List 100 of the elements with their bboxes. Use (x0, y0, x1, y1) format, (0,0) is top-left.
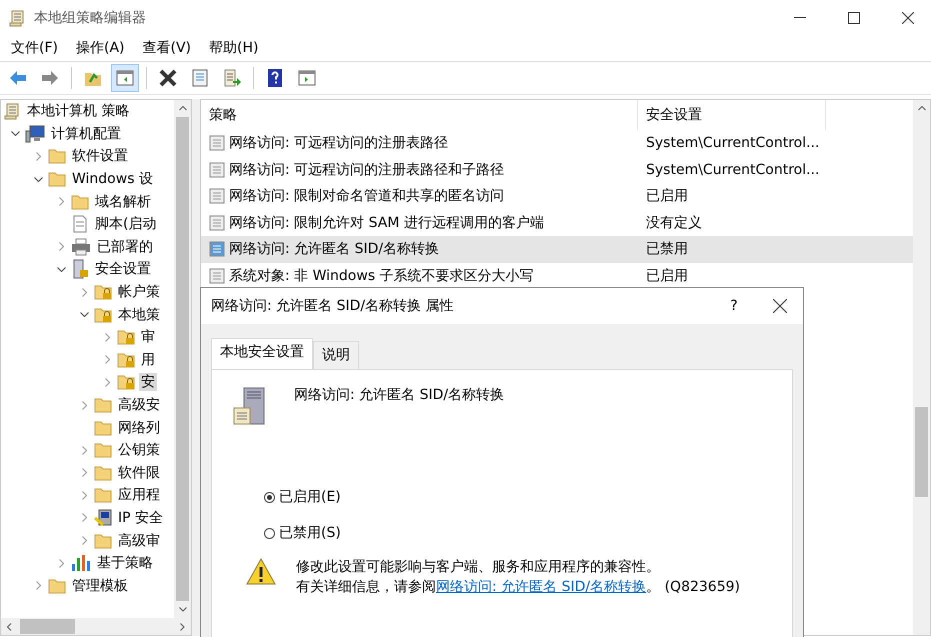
computer-icon (25, 124, 45, 143)
radio-button[interactable] (264, 492, 275, 502)
scroll-thumb[interactable] (20, 619, 75, 634)
console-tree-icon (115, 68, 135, 88)
document-icon (71, 215, 89, 234)
tree-item[interactable]: Windows 设 (70, 170, 155, 188)
tree-item[interactable]: IP 安全 (116, 508, 166, 527)
tree-item[interactable]: 帐户策 (116, 283, 162, 302)
window-title: 本地组策略编辑器 (34, 8, 147, 26)
menu-item[interactable]: 操作(A) (68, 37, 132, 59)
expand-chevron-icon[interactable] (36, 581, 40, 590)
table-row[interactable]: 网络访问: 可远程访问的注册表路径 System\CurrentControl... (201, 130, 913, 156)
tree-item[interactable]: 本地计算机 策略 (25, 102, 132, 120)
printer-icon (71, 238, 91, 256)
scroll-up-icon (918, 106, 926, 111)
menu-item[interactable]: 文件(F) (4, 37, 65, 59)
expand-chevron-icon[interactable] (58, 558, 64, 568)
setting-value: 没有定义 (645, 214, 703, 232)
column-header[interactable]: 策略 (201, 100, 638, 130)
tree-item[interactable]: 安 (139, 373, 157, 392)
table-row[interactable]: 网络访问: 限制允许对 SAM 进行远程调用的客户端 没有定义 (201, 210, 913, 236)
tree-item[interactable]: 网络列 (116, 418, 162, 437)
tree-item[interactable]: 用 (139, 350, 157, 369)
tree-item[interactable]: 管理模板 (70, 576, 130, 595)
tree-item[interactable]: 审 (139, 328, 157, 346)
expand-chevron-icon[interactable] (82, 288, 86, 297)
close-icon (902, 12, 914, 24)
tree-item[interactable]: 已部署的 (95, 238, 155, 256)
tree-item[interactable]: 公钥策 (116, 441, 162, 460)
tree-item[interactable]: 本地策 (116, 306, 162, 324)
info-text: 有关详细信息，请参阅网络访问: 允许匿名 SID/名称转换。 (Q823659) (296, 578, 740, 596)
policy-icon (209, 188, 225, 204)
help-icon (265, 68, 285, 88)
menu-item[interactable]: 帮助(H) (202, 37, 266, 59)
expand-chevron-icon[interactable] (104, 378, 110, 387)
radio-label[interactable]: 已禁用(S) (279, 524, 341, 542)
tree-item[interactable]: 软件限 (116, 464, 162, 482)
collapse-chevron-icon[interactable] (10, 131, 20, 136)
expand-chevron-icon[interactable] (36, 152, 40, 161)
export-list-icon (222, 68, 242, 88)
policy-icon (209, 162, 225, 178)
collapse-chevron-icon[interactable] (56, 266, 66, 272)
minimize-icon (794, 16, 806, 18)
tree-item[interactable]: 软件设置 (70, 147, 130, 166)
tree-item[interactable]: 高级审 (116, 532, 162, 550)
expand-chevron-icon[interactable] (104, 332, 110, 342)
dialog-title: 网络访问: 允许匿名 SID/名称转换 属性 (211, 297, 455, 315)
warning-icon (246, 558, 276, 585)
expand-chevron-icon[interactable] (82, 536, 86, 546)
expand-chevron-icon[interactable] (82, 446, 86, 455)
table-row[interactable]: 系统对象: 非 Windows 子系统不要求区分大小写 已启用 (201, 262, 913, 289)
scroll-icon (3, 102, 21, 120)
collapse-chevron-icon[interactable] (80, 312, 88, 318)
policy-link[interactable]: 网络访问: 允许匿名 SID/名称转换 (436, 579, 646, 595)
properties-icon (190, 68, 210, 88)
folder-icon (94, 487, 112, 504)
help-button[interactable]: ? (711, 290, 757, 322)
folder-icon (48, 578, 66, 594)
table-row[interactable]: 网络访问: 限制对命名管道和共享的匿名访问 已启用 (201, 183, 913, 210)
expand-chevron-icon[interactable] (58, 242, 64, 252)
tree-item[interactable]: 安全设置 (93, 260, 153, 278)
tree-item[interactable]: 域名解析 (93, 192, 153, 211)
scroll-thumb[interactable] (176, 117, 189, 601)
tree-item[interactable]: 高级安 (116, 396, 162, 414)
tree-item[interactable]: 计算机配置 (49, 124, 123, 143)
vertical-scrollbar[interactable] (913, 100, 930, 635)
delete-icon (158, 68, 178, 88)
expand-chevron-icon[interactable] (58, 197, 64, 206)
expand-chevron-icon[interactable] (82, 400, 86, 410)
policy-name: 系统对象: 非 Windows 子系统不要求区分大小写 (229, 266, 534, 285)
toolbar-button[interactable] (111, 64, 139, 92)
menu-item[interactable]: 查看(V) (136, 37, 198, 59)
expand-chevron-icon[interactable] (82, 513, 86, 522)
radio-button[interactable] (264, 528, 275, 538)
radio-label[interactable]: 已启用(E) (279, 488, 341, 506)
policy-name: 网络访问: 限制允许对 SAM 进行远程调用的客户端 (229, 214, 544, 232)
setting-value: 已启用 (645, 187, 689, 206)
tab[interactable]: 说明 (313, 341, 359, 369)
setting-value: 已启用 (645, 266, 689, 285)
scroll-up-icon (178, 106, 186, 111)
expand-chevron-icon[interactable] (104, 355, 110, 364)
tree-item[interactable]: 脚本(启动 (93, 215, 158, 234)
close-icon (773, 299, 787, 313)
table-row[interactable]: 网络访问: 允许匿名 SID/名称转换 已禁用 (201, 236, 913, 262)
tab[interactable]: 本地安全设置 (211, 338, 313, 369)
column-header[interactable]: 安全设置 (638, 100, 826, 130)
scroll-thumb[interactable] (915, 407, 928, 497)
locked-folder-icon (117, 374, 135, 390)
maximize-icon (848, 12, 860, 24)
expand-chevron-icon[interactable] (82, 490, 86, 500)
table-row[interactable]: 网络访问: 可远程访问的注册表路径和子路径 System\CurrentControl... (201, 156, 913, 183)
tree-item[interactable]: 基于策略 (95, 554, 155, 572)
expand-chevron-icon[interactable] (82, 468, 86, 478)
vertical-scrollbar[interactable] (174, 100, 191, 618)
collapse-chevron-icon[interactable] (34, 176, 42, 182)
tree-item[interactable]: 应用程 (116, 486, 162, 504)
horizontal-scrollbar[interactable] (1, 618, 191, 635)
folder-icon (94, 397, 112, 414)
bar-chart-icon (71, 554, 91, 572)
policy-name: 网络访问: 可远程访问的注册表路径和子路径 (229, 160, 504, 179)
